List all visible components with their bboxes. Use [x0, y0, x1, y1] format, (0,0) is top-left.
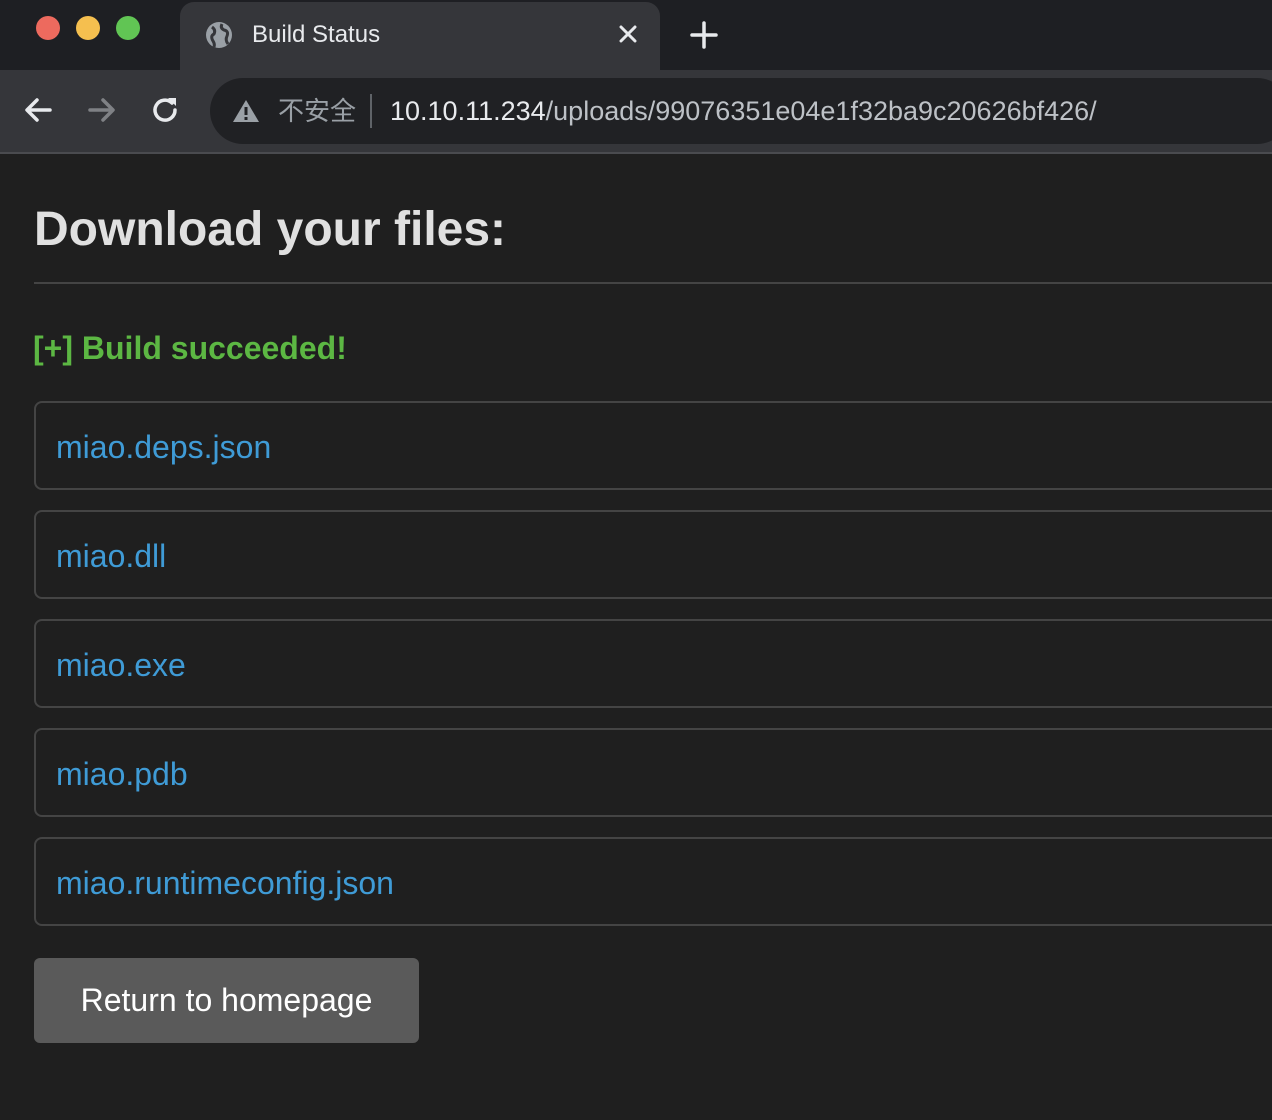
list-item: miao.dll: [34, 510, 1272, 599]
maximize-window-button[interactable]: [116, 16, 140, 40]
url-path: /uploads/99076351e04e1f32ba9c20626bf426/: [545, 96, 1097, 126]
file-link[interactable]: miao.pdb: [56, 754, 188, 794]
file-link[interactable]: miao.exe: [56, 645, 186, 685]
warning-icon[interactable]: [232, 98, 260, 124]
file-link[interactable]: miao.dll: [56, 536, 166, 576]
list-item: miao.deps.json: [34, 401, 1272, 490]
globe-icon: [206, 22, 232, 48]
back-icon[interactable]: [22, 94, 54, 126]
address-separator: [370, 94, 372, 128]
new-tab-icon[interactable]: [688, 19, 720, 51]
file-list: miao.deps.json miao.dll miao.exe miao.pd…: [34, 401, 1272, 946]
tab-strip: Build Status: [0, 0, 1272, 70]
return-to-homepage-button[interactable]: Return to homepage: [34, 958, 419, 1043]
close-icon[interactable]: [616, 22, 640, 46]
reload-icon[interactable]: [150, 94, 182, 126]
tab-title: Build Status: [252, 21, 381, 48]
address-bar[interactable]: 不安全 10.10.11.234/uploads/99076351e04e1f3…: [210, 78, 1272, 144]
file-link[interactable]: miao.runtimeconfig.json: [56, 863, 394, 903]
url-text[interactable]: 10.10.11.234/uploads/99076351e04e1f32ba9…: [390, 94, 1097, 128]
list-item: miao.runtimeconfig.json: [34, 837, 1272, 926]
url-host: 10.10.11.234: [390, 96, 546, 126]
browser-tab-active[interactable]: Build Status: [180, 2, 660, 70]
close-window-button[interactable]: [36, 16, 60, 40]
list-item: miao.pdb: [34, 728, 1272, 817]
page-title: Download your files:: [34, 203, 507, 256]
build-status-message: [+] Build succeeded!: [33, 330, 347, 366]
browser-toolbar: 不安全 10.10.11.234/uploads/99076351e04e1f3…: [0, 70, 1272, 154]
divider: [34, 282, 1272, 284]
file-link[interactable]: miao.deps.json: [56, 427, 271, 467]
security-label[interactable]: 不安全: [278, 94, 356, 128]
forward-icon[interactable]: [86, 94, 118, 126]
page-content: Download your files: [+] Build succeeded…: [0, 156, 1272, 1120]
minimize-window-button[interactable]: [76, 16, 100, 40]
list-item: miao.exe: [34, 619, 1272, 708]
